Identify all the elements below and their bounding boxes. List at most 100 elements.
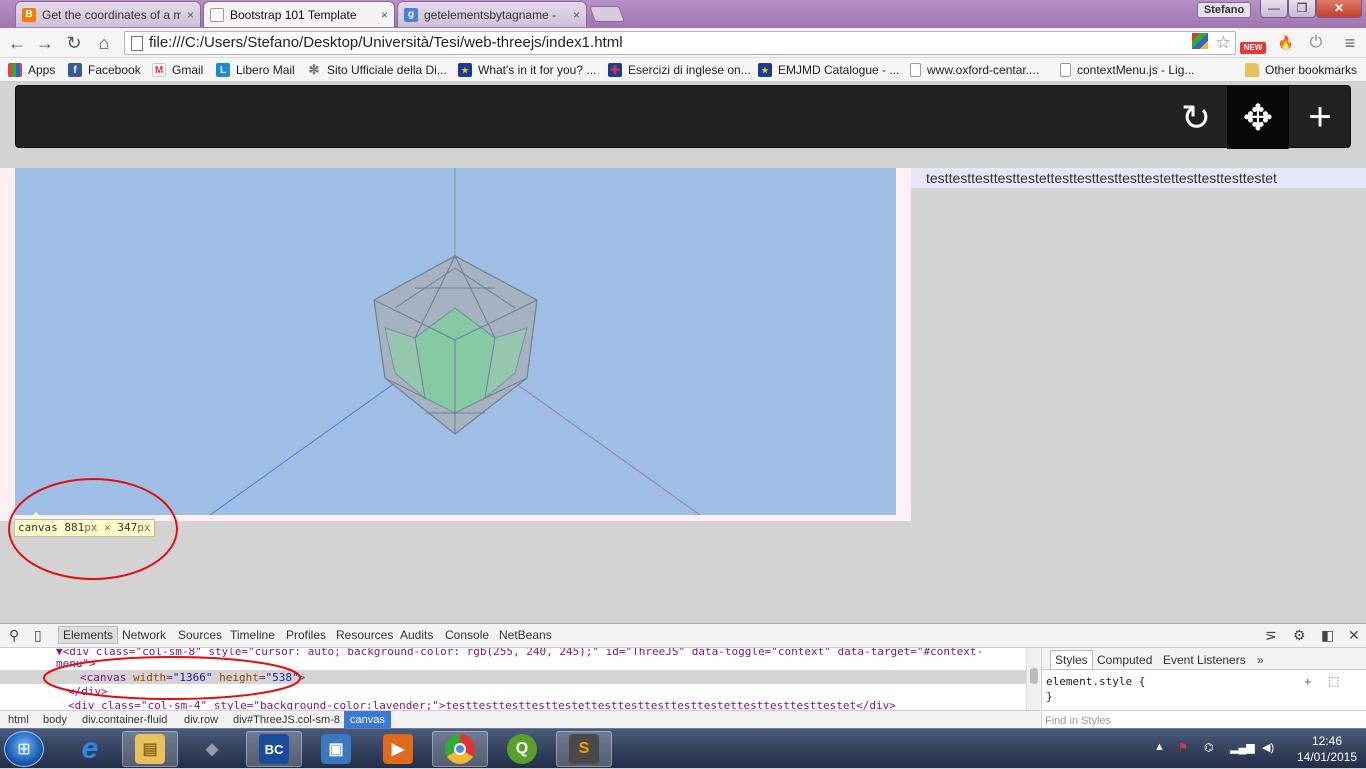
element-style-rule[interactable]: element.style { } [1046, 674, 1145, 704]
flame-icon[interactable]: 🔥 [1276, 33, 1296, 53]
close-tab-icon[interactable]: × [381, 8, 388, 22]
tooltip-unit: px [84, 521, 98, 534]
device-mode-icon[interactable]: ▯ [34, 627, 42, 644]
user-profile-button[interactable]: Stefano [1197, 2, 1251, 18]
bookmark-oxford-centar[interactable]: www.oxford-centar.... [910, 62, 1039, 78]
volume-icon[interactable]: ◀) [1262, 741, 1274, 754]
close-tab-icon[interactable]: × [187, 8, 194, 22]
add-rule-icon[interactable]: + [1304, 674, 1312, 689]
bookmark-other[interactable]: Other bookmarks [1245, 62, 1357, 78]
close-window-button[interactable]: ✕ [1316, 0, 1362, 18]
styles-tab-computed[interactable]: Computed [1097, 653, 1152, 667]
breadcrumb-body[interactable]: body [43, 714, 67, 726]
bookmark-label: Other bookmarks [1265, 63, 1358, 77]
network-icon[interactable]: ⌬ [1204, 741, 1214, 754]
gear-icon[interactable]: ⚙ [1293, 627, 1306, 644]
tab-get-coordinates[interactable]: B Get the coordinates of a m × [15, 1, 201, 27]
back-icon[interactable]: ← [6, 32, 28, 54]
devtools-panel: ⚲ ▯ Elements Network Sources Timeline Pr… [0, 623, 1366, 728]
devtools-tab-console[interactable]: Console [445, 628, 489, 642]
toggle-state-icon[interactable]: ⬚ [1328, 674, 1339, 688]
start-button[interactable]: ⊞ [4, 731, 44, 767]
gmail-icon: M [152, 63, 166, 77]
styles-tab-more[interactable]: » [1257, 653, 1264, 667]
puzzle-icon[interactable] [1192, 33, 1208, 49]
taskbar-app[interactable]: ◆ [184, 731, 240, 767]
bookmark-star-icon[interactable]: ☆ [1216, 33, 1231, 53]
threejs-container [0, 168, 911, 521]
dom-breadcrumb: html body div.container-fluid div.row di… [0, 710, 1040, 728]
bookmark-libero-mail[interactable]: L Libero Mail [216, 62, 295, 78]
bookmark-emjmd[interactable]: ★ EMJMD Catalogue - ... [758, 62, 899, 78]
tooltip-arrow [30, 512, 42, 519]
move-icon[interactable]: ✥ [1227, 86, 1289, 149]
maximize-button[interactable]: ❐ [1288, 0, 1316, 18]
drawer-icon[interactable]: ⋝ [1265, 627, 1277, 644]
breadcrumb-threejs[interactable]: div#ThreeJS.col-sm-8 [233, 714, 340, 726]
devtools-tab-resources[interactable]: Resources [336, 628, 393, 642]
new-badge-icon[interactable]: NEW [1240, 42, 1266, 54]
bookmark-apps[interactable]: Apps [8, 62, 55, 78]
taskbar-bc[interactable]: BC [246, 731, 302, 767]
dock-icon[interactable]: ◧ [1321, 627, 1334, 644]
devtools-tab-profiles[interactable]: Profiles [286, 628, 326, 642]
flag-icon[interactable]: ⚑ [1178, 741, 1188, 754]
devtools-tab-timeline[interactable]: Timeline [230, 628, 275, 642]
taskbar-chrome[interactable] [432, 731, 488, 767]
styles-tab-styles[interactable]: Styles [1050, 650, 1093, 670]
bookmark-whats-in-it[interactable]: ★ What's in it for you? ... [458, 62, 596, 78]
web-page: ↻ ✥ + testtesttesttesttestettesttesttest… [0, 83, 1366, 623]
address-bar[interactable]: file:///C:/Users/Stefano/Desktop/Univers… [124, 31, 1236, 55]
devtools-tab-netbeans[interactable]: NetBeans [499, 628, 552, 642]
dom-scrollbar[interactable] [1026, 648, 1040, 710]
page-icon [910, 63, 921, 77]
devtools-tab-sources[interactable]: Sources [178, 628, 222, 642]
bookmark-facebook[interactable]: f Facebook [68, 62, 141, 78]
bookmark-contextmenu[interactable]: contextMenu.js - Lig... [1060, 62, 1194, 78]
system-clock[interactable]: 12:46 14/01/2015 [1292, 733, 1362, 765]
taskbar-explorer[interactable]: ▤ [122, 731, 178, 767]
close-icon[interactable]: ✕ [1348, 627, 1360, 644]
devtools-tab-elements[interactable]: Elements [58, 626, 119, 644]
devtools-tab-network[interactable]: Network [122, 628, 166, 642]
breadcrumb-html[interactable]: html [8, 714, 29, 726]
styles-tab-event-listeners[interactable]: Event Listeners [1163, 653, 1246, 667]
power-icon[interactable]: ⏻ [1306, 33, 1326, 53]
plus-icon[interactable]: + [1289, 86, 1351, 149]
taskbar-ie[interactable]: e [62, 731, 118, 767]
home-icon[interactable]: ⌂ [93, 32, 115, 54]
taskbar-media[interactable]: ▶ [370, 731, 426, 767]
signal-icon[interactable]: ▂▄▆ [1230, 741, 1255, 754]
side-column: testtesttesttesttestettesttesttesttestte… [911, 168, 1366, 188]
bookmark-sito-ufficiale[interactable]: ✻ Sito Ufficiale della Di... [307, 62, 447, 78]
bookmark-gmail[interactable]: M Gmail [152, 62, 203, 78]
chevron-up-icon[interactable]: ▲ [1154, 741, 1165, 753]
reload-icon[interactable]: ↻ [1165, 86, 1227, 149]
tab-bootstrap-template[interactable]: Bootstrap 101 Template × [203, 1, 395, 27]
system-tray: ▲ ⚑ ⌬ ▂▄▆ ◀) 12:46 14/01/2015 [1150, 729, 1366, 769]
breadcrumb-row[interactable]: div.row [184, 714, 218, 726]
new-tab-button[interactable] [589, 6, 625, 22]
threejs-canvas[interactable] [15, 168, 896, 515]
search-icon[interactable]: ⚲ [9, 627, 19, 644]
scroll-thumb[interactable] [1030, 668, 1038, 684]
taskbar-sublime[interactable]: S [556, 731, 612, 767]
windows-taskbar: ⊞ e ▤ ◆ BC ▣ ▶ Q S ▲ ⚑ ⌬ ▂▄▆ ◀) 12:46 14… [0, 728, 1366, 768]
menu-icon[interactable]: ≡ [1340, 33, 1360, 53]
reload-icon[interactable]: ↻ [63, 32, 85, 54]
breadcrumb-canvas[interactable]: canvas [344, 711, 391, 728]
tab-getelementsbytagname[interactable]: g getelementsbytagname - × [397, 1, 587, 27]
devtools-tab-audits[interactable]: Audits [400, 628, 433, 642]
taskbar-virtualbox[interactable]: ▣ [308, 731, 364, 767]
bookmark-esercizi-inglese[interactable]: ✚ Esercizi di inglese on... [608, 62, 751, 78]
url-text[interactable]: file:///C:/Users/Stefano/Desktop/Univers… [149, 34, 623, 51]
taskbar-qgis[interactable]: Q [494, 731, 550, 767]
forward-icon[interactable]: → [34, 32, 56, 54]
find-in-styles-input[interactable]: Find in Styles [1042, 710, 1366, 728]
breadcrumb-container-fluid[interactable]: div.container-fluid [82, 714, 167, 726]
close-tab-icon[interactable]: × [573, 8, 580, 22]
minimize-button[interactable]: — [1260, 0, 1288, 18]
ie-icon: e [81, 732, 99, 765]
bookmark-label: Sito Ufficiale della Di... [327, 63, 447, 77]
devtools-tabbar: ⚲ ▯ Elements Network Sources Timeline Pr… [0, 624, 1366, 648]
